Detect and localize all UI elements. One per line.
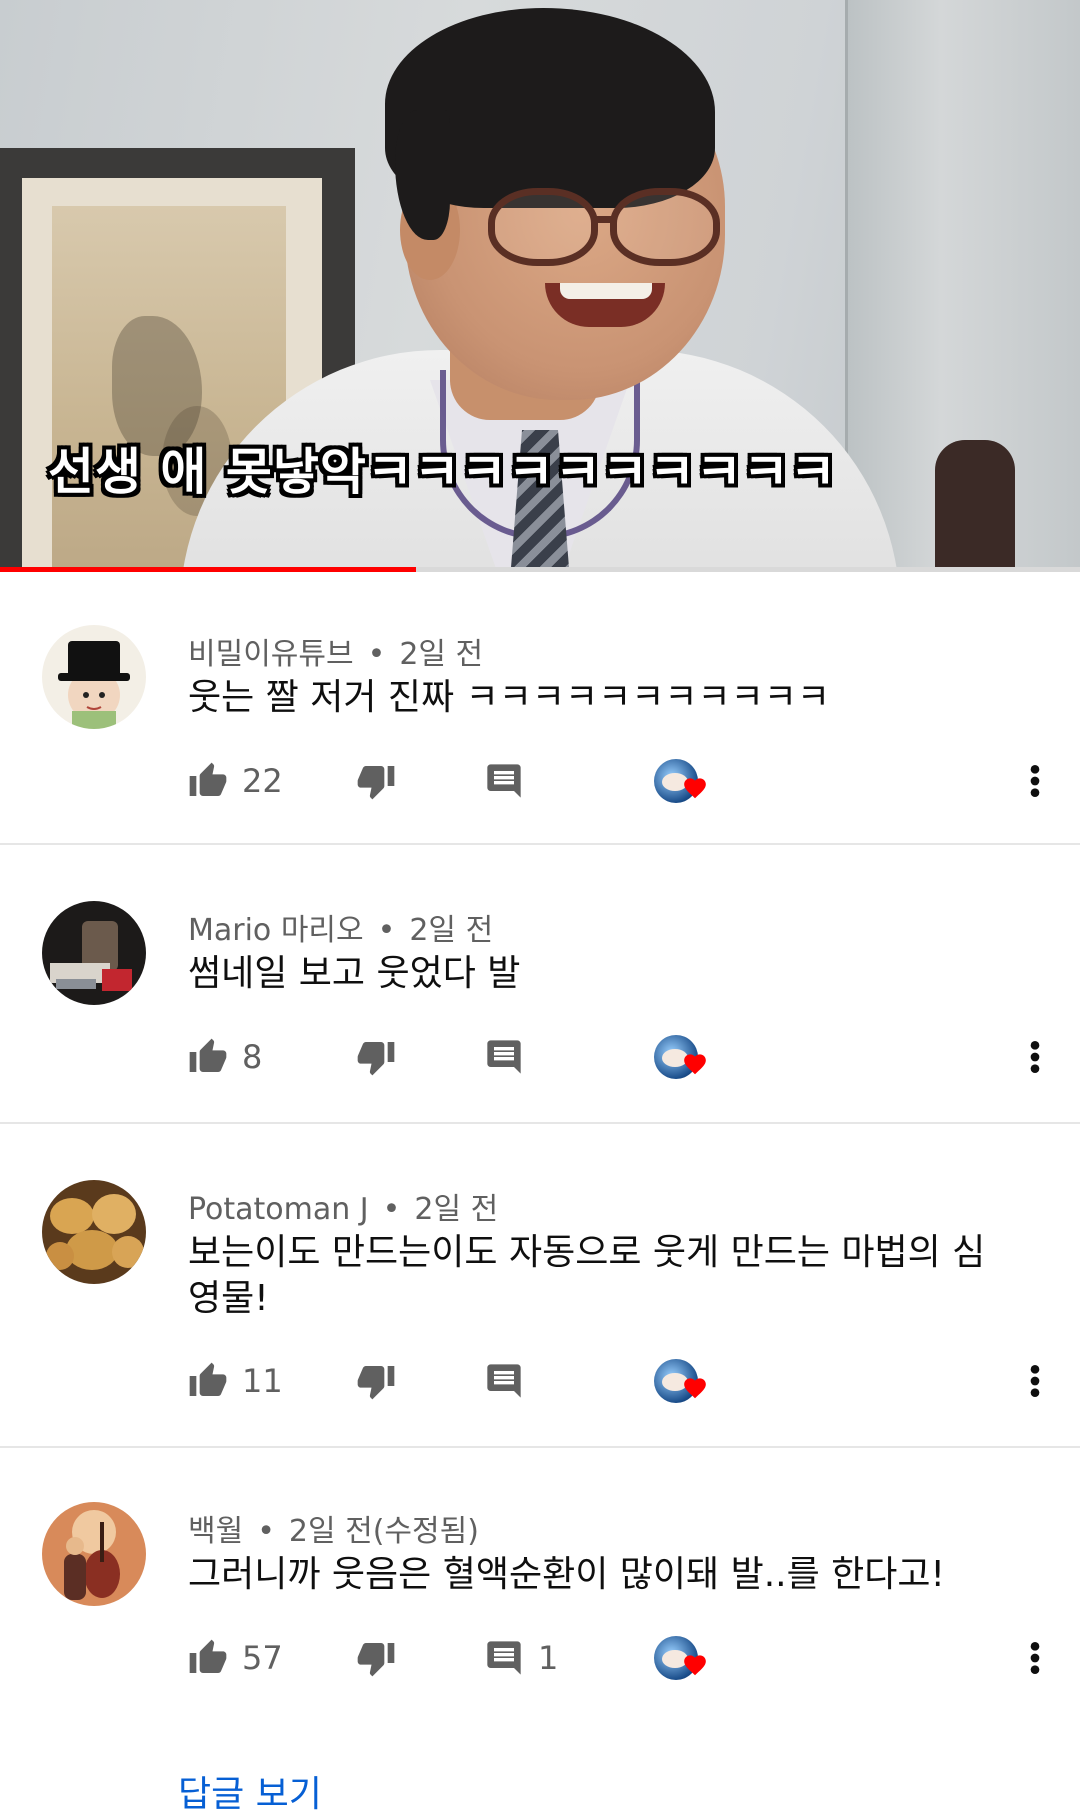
comment-text: 웃는 짤 저거 진짜 ㅋㅋㅋㅋㅋㅋㅋㅋㅋㅋㅋ [188, 677, 830, 718]
more-options-button[interactable] [1020, 1353, 1050, 1409]
comment-time: 2일 전(수정됨) [288, 1514, 479, 1549]
thumb-up-icon [189, 762, 227, 796]
more-options-button[interactable] [1020, 1630, 1050, 1686]
dislike-button[interactable] [356, 753, 396, 809]
comment-actions: 22 [188, 753, 1068, 809]
more-vert-icon [1030, 1642, 1040, 1674]
dislike-button[interactable] [356, 1029, 396, 1085]
more-vert-icon [1030, 765, 1040, 797]
heart-icon [684, 778, 706, 799]
comment-actions: 8 [188, 1029, 1068, 1085]
reply-button[interactable] [484, 1029, 538, 1085]
thumb-down-icon [357, 1643, 395, 1677]
thumb-up-icon [189, 1639, 227, 1673]
heart-icon [684, 1378, 706, 1399]
comment-meta: Mario 마리오 • 2일 전 [188, 913, 494, 948]
heart-icon [684, 1655, 706, 1676]
like-button[interactable]: 11 [188, 1353, 283, 1409]
heart-icon [684, 1054, 706, 1075]
like-button[interactable]: 22 [188, 753, 283, 809]
thumb-down-icon [357, 1042, 395, 1076]
video-progress-bar[interactable] [0, 567, 1080, 572]
more-vert-icon [1030, 1365, 1040, 1397]
reply-button[interactable] [484, 753, 538, 809]
dislike-button[interactable] [356, 1353, 396, 1409]
comment-time: 2일 전 [414, 1192, 499, 1227]
potatoes-avatar[interactable] [42, 1180, 146, 1284]
like-count: 57 [242, 1639, 283, 1677]
comment-text: 보는이도 만드는이도 자동으로 웃게 만드는 마법의 심영물! [188, 1232, 986, 1319]
more-vert-icon [1030, 1041, 1040, 1073]
comment-icon [487, 1040, 521, 1074]
top-hat-cartoon-avatar[interactable] [42, 625, 146, 729]
video-player[interactable]: 선생 애 못낳악ㅋㅋㅋㅋㅋㅋㅋㅋㅋㅋ [0, 0, 1080, 568]
like-count: 11 [242, 1362, 283, 1400]
desk-photo-avatar[interactable] [42, 901, 146, 1005]
more-options-button[interactable] [1020, 1029, 1050, 1085]
thumb-down-icon [357, 766, 395, 800]
creator-heart [654, 1630, 714, 1686]
like-button[interactable]: 57 [188, 1630, 283, 1686]
comment-actions: 57 1 [188, 1630, 1068, 1686]
comment-time: 2일 전 [399, 637, 484, 672]
comment-divider [0, 1122, 1080, 1124]
comment-actions: 11 [188, 1353, 1068, 1409]
comment-author[interactable]: 백월 [188, 1514, 243, 1549]
comment-divider [0, 1446, 1080, 1448]
comment-meta: 비밀이유튜브 • 2일 전 [188, 637, 484, 672]
thumb-up-icon [189, 1362, 227, 1396]
comment-meta: 백월 • 2일 전(수정됨) [188, 1514, 479, 1549]
view-replies-link[interactable]: 답글 보기 [178, 1765, 322, 1817]
musician-illustration-avatar[interactable] [42, 1502, 146, 1606]
glasses-left-lens [488, 188, 598, 266]
comment-icon [487, 1641, 521, 1675]
comment-author[interactable]: 비밀이유튜브 [188, 637, 354, 672]
glasses-right-lens [610, 188, 720, 266]
comment-time: 2일 전 [409, 913, 494, 948]
creator-heart [654, 753, 714, 809]
thumb-up-icon [189, 1038, 227, 1072]
comment-icon [487, 764, 521, 798]
creator-heart [654, 1353, 714, 1409]
comment-author[interactable]: Potatoman J [188, 1192, 369, 1227]
video-subtitle: 선생 애 못낳악ㅋㅋㅋㅋㅋㅋㅋㅋㅋㅋ [48, 443, 837, 501]
more-options-button[interactable] [1020, 753, 1050, 809]
like-count: 8 [242, 1038, 263, 1076]
comment-text: 그러니까 웃음은 혈액순환이 많이돼 발..를 한다고! [188, 1554, 945, 1595]
like-count: 22 [242, 762, 283, 800]
creator-heart [654, 1029, 714, 1085]
like-button[interactable]: 8 [188, 1029, 262, 1085]
reply-button[interactable]: 1 [484, 1630, 558, 1686]
reply-button[interactable] [484, 1353, 538, 1409]
comment-divider [0, 843, 1080, 845]
comment-icon [487, 1364, 521, 1398]
comment-author[interactable]: Mario 마리오 [188, 913, 364, 948]
comment-meta: Potatoman J • 2일 전 [188, 1192, 499, 1227]
comment-text: 썸네일 보고 웃었다 발 [188, 953, 521, 994]
reply-count: 1 [538, 1639, 559, 1677]
thumb-down-icon [357, 1366, 395, 1400]
video-progress-fill [0, 567, 416, 572]
dislike-button[interactable] [356, 1630, 396, 1686]
